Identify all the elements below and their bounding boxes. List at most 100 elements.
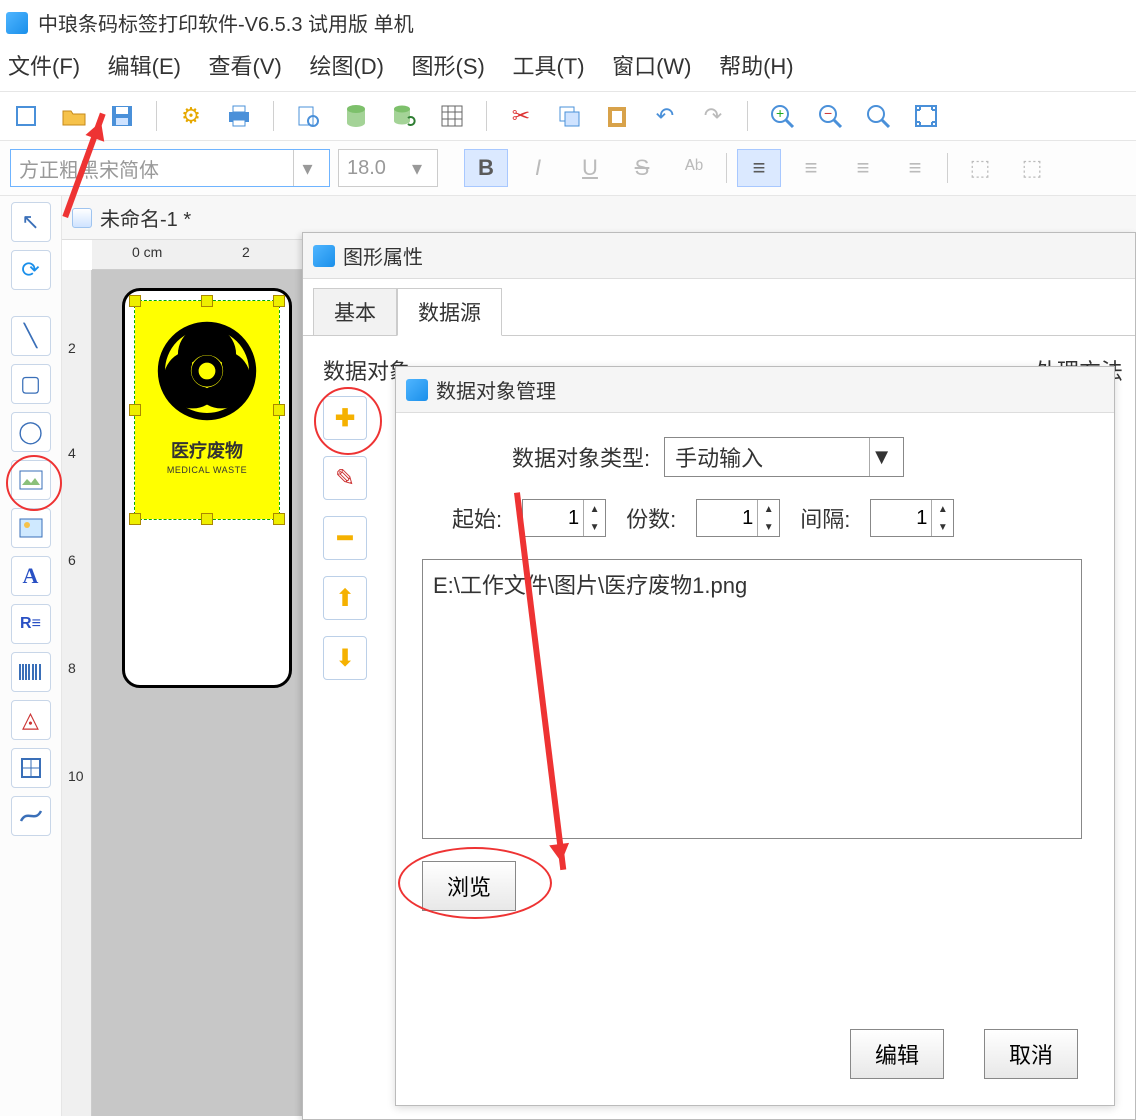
add-button[interactable]: ✚ — [323, 396, 367, 440]
type-value: 手动输入 — [675, 441, 763, 473]
count-label: 份数: — [626, 502, 676, 534]
properties-tabs: 基本 数据源 — [303, 279, 1135, 336]
menu-bar: 文件(F) 编辑(E) 查看(V) 绘图(D) 图形(S) 工具(T) 窗口(W… — [0, 43, 1136, 92]
zoom-fit-icon[interactable] — [862, 100, 894, 132]
image-tool[interactable] — [11, 460, 51, 500]
type-select[interactable]: 手动输入 ▼ — [664, 437, 904, 477]
text-tool[interactable]: A — [11, 556, 51, 596]
redo-icon[interactable]: ↷ — [697, 100, 729, 132]
menu-file[interactable]: 文件(F) — [8, 54, 80, 79]
rotate-tool[interactable]: ⟳ — [11, 250, 51, 290]
align-right-button[interactable]: ≡ — [841, 149, 885, 187]
count-input[interactable] — [697, 500, 757, 536]
select-tool[interactable]: ↖ — [11, 202, 51, 242]
spacing-dec-button[interactable]: ⬚ — [1010, 149, 1054, 187]
menu-shape[interactable]: 图形(S) — [412, 54, 485, 79]
paste-icon[interactable] — [601, 100, 633, 132]
preview-icon[interactable] — [292, 100, 324, 132]
svg-text:−: − — [824, 105, 832, 121]
menu-edit[interactable]: 编辑(E) — [108, 54, 181, 79]
open-icon[interactable] — [58, 100, 90, 132]
rounded-rect-tool[interactable]: ▢ — [11, 364, 51, 404]
font-size-select[interactable]: 18.0 ▾ — [338, 149, 438, 187]
dialog-icon — [406, 379, 428, 401]
align-justify-button[interactable]: ≡ — [893, 149, 937, 187]
underline-button[interactable]: U — [568, 149, 612, 187]
remove-button[interactable]: ━ — [323, 516, 367, 560]
align-left-button[interactable]: ≡ — [737, 149, 781, 187]
font-select[interactable]: 方正粗黑宋简体 ▾ — [10, 149, 330, 187]
cancel-button[interactable]: 取消 — [984, 1029, 1078, 1079]
richtext-tool[interactable]: R≡ — [11, 604, 51, 644]
align-center-button[interactable]: ≡ — [789, 149, 833, 187]
menu-draw[interactable]: 绘图(D) — [309, 54, 384, 79]
spacing-inc-button[interactable]: ⬚ — [958, 149, 1002, 187]
menu-help[interactable]: 帮助(H) — [719, 54, 794, 79]
chevron-down-icon[interactable]: ▾ — [405, 150, 429, 186]
line-tool[interactable]: ╲ — [11, 316, 51, 356]
cut-icon[interactable]: ✂ — [505, 100, 537, 132]
interval-input[interactable] — [871, 500, 931, 536]
print-icon[interactable] — [223, 100, 255, 132]
title-bar: 中琅条码标签打印软件-V6.5.3 试用版 单机 — [0, 0, 1136, 43]
start-label: 起始: — [452, 502, 502, 534]
main-toolbar: ⚙ ✂ ↶ ↷ + − — [0, 92, 1136, 141]
curve-tool[interactable] — [11, 796, 51, 836]
move-down-button[interactable]: ⬇ — [323, 636, 367, 680]
format-bar: 方正粗黑宋简体 ▾ 18.0 ▾ B I U S ᴬᵇ ≡ ≡ ≡ ≡ ⬚ ⬚ — [0, 141, 1136, 196]
start-spinner[interactable]: ▲▼ — [522, 499, 606, 537]
database-icon[interactable] — [340, 100, 372, 132]
barcode-tool[interactable] — [11, 652, 51, 692]
properties-title: 图形属性 — [343, 241, 423, 270]
table-tool[interactable] — [11, 748, 51, 788]
document-icon — [72, 208, 92, 228]
copy-icon[interactable] — [553, 100, 585, 132]
app-icon — [6, 12, 28, 34]
database-sync-icon[interactable] — [388, 100, 420, 132]
bold-button[interactable]: B — [464, 149, 508, 187]
vertical-ruler: 2 4 6 8 10 — [62, 270, 92, 1116]
tab-basic[interactable]: 基本 — [313, 288, 397, 336]
path-textbox[interactable]: E:\工作文件\图片\医疗废物1.png — [422, 559, 1082, 839]
tool-palette: ↖ ⟳ ╲ ▢ ◯ A R≡ ◬ — [0, 196, 62, 1116]
interval-label: 间隔: — [800, 502, 850, 534]
move-up-button[interactable]: ⬆ — [323, 576, 367, 620]
properties-title-bar: 图形属性 — [303, 233, 1135, 279]
list-operations: ✚ ✎ ━ ⬆ ⬇ — [323, 396, 377, 680]
zoom-in-icon[interactable]: + — [766, 100, 798, 132]
menu-window[interactable]: 窗口(W) — [612, 54, 691, 79]
count-spinner[interactable]: ▲▼ — [696, 499, 780, 537]
chevron-down-icon[interactable]: ▾ — [293, 150, 321, 186]
qrcode-tool[interactable]: ◬ — [11, 700, 51, 740]
tab-data-source[interactable]: 数据源 — [397, 288, 502, 336]
menu-view[interactable]: 查看(V) — [209, 54, 282, 79]
italic-button[interactable]: I — [516, 149, 560, 187]
dialog-title-bar: 数据对象管理 — [396, 367, 1114, 413]
chevron-down-icon[interactable]: ▼ — [869, 438, 893, 476]
clear-format-button[interactable]: ᴬᵇ — [672, 149, 716, 187]
browse-button[interactable]: 浏览 — [422, 861, 516, 911]
fullscreen-icon[interactable] — [910, 100, 942, 132]
dialog-title: 数据对象管理 — [436, 375, 556, 404]
new-icon[interactable] — [10, 100, 42, 132]
edit-button[interactable]: 编辑 — [850, 1029, 944, 1079]
app-title: 中琅条码标签打印软件-V6.5.3 试用版 单机 — [38, 8, 414, 37]
ellipse-tool[interactable]: ◯ — [11, 412, 51, 452]
start-input[interactable] — [523, 500, 583, 536]
interval-spinner[interactable]: ▲▼ — [870, 499, 954, 537]
label-canvas[interactable] — [122, 288, 292, 688]
path-text: E:\工作文件\图片\医疗废物1.png — [433, 573, 747, 598]
picture-tool[interactable] — [11, 508, 51, 548]
properties-body: 数据对象 处理方法 ✚ ✎ ━ ⬆ ⬇ 数据对象管理 数据对象类型: 手动输入 … — [303, 336, 1135, 1116]
grid-icon[interactable] — [436, 100, 468, 132]
panel-icon — [313, 245, 335, 267]
edit-item-button[interactable]: ✎ — [323, 456, 367, 500]
properties-panel: 图形属性 基本 数据源 数据对象 处理方法 ✚ ✎ ━ ⬆ ⬇ 数据对象管理 数… — [302, 232, 1136, 1120]
undo-icon[interactable]: ↶ — [649, 100, 681, 132]
strike-button[interactable]: S — [620, 149, 664, 187]
menu-tool[interactable]: 工具(T) — [512, 54, 584, 79]
font-size: 18.0 — [347, 157, 386, 180]
gear-icon[interactable]: ⚙ — [175, 100, 207, 132]
zoom-out-icon[interactable]: − — [814, 100, 846, 132]
data-object-dialog: 数据对象管理 数据对象类型: 手动输入 ▼ 起始: ▲▼ 份数: ▲▼ 间隔: … — [395, 366, 1115, 1106]
